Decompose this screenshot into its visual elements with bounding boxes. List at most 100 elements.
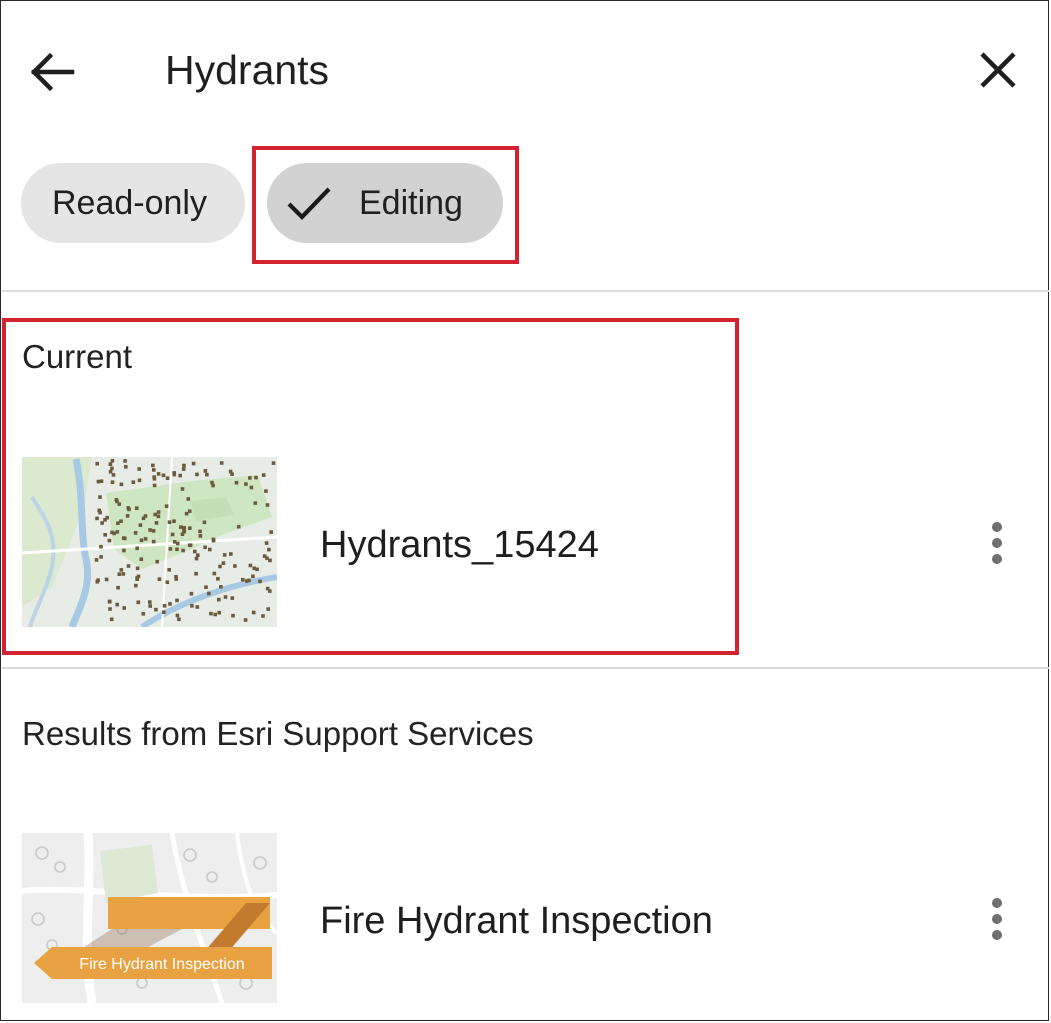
hydrant-marker bbox=[189, 591, 194, 596]
hydrant-marker bbox=[180, 487, 185, 491]
hydrant-marker bbox=[181, 548, 185, 553]
hydrant-marker bbox=[217, 610, 221, 615]
editing-chip-label: Editing bbox=[359, 183, 463, 222]
hydrant-marker bbox=[137, 467, 141, 471]
hydrant-marker bbox=[107, 600, 112, 604]
hydrant-marker bbox=[111, 473, 116, 477]
hydrant-marker bbox=[211, 537, 216, 542]
hydrant-marker bbox=[216, 577, 220, 581]
results-section-label: Results from Esri Support Services bbox=[22, 715, 534, 752]
hydrant-marker bbox=[108, 607, 112, 611]
hydrant-marker bbox=[103, 533, 107, 537]
hydrant-marker bbox=[143, 537, 148, 541]
hydrant-marker bbox=[230, 596, 235, 600]
hydrant-marker bbox=[182, 529, 187, 534]
hydrant-marker bbox=[195, 472, 199, 477]
hydrant-marker bbox=[164, 504, 169, 508]
hydrant-marker bbox=[175, 613, 180, 618]
hydrant-marker bbox=[233, 564, 237, 568]
hydrant-marker bbox=[202, 520, 207, 525]
hydrant-marker bbox=[110, 466, 114, 471]
hydrant-marker bbox=[115, 499, 119, 504]
hydrant-marker bbox=[253, 501, 258, 505]
hydrant-marker bbox=[174, 575, 178, 579]
hydrant-marker bbox=[141, 612, 146, 616]
hydrant-marker bbox=[264, 541, 269, 545]
hydrant-marker bbox=[207, 591, 211, 596]
hydrant-marker bbox=[119, 482, 124, 487]
hydrant-marker bbox=[194, 556, 199, 561]
hydrant-marker bbox=[119, 568, 124, 572]
check-icon bbox=[287, 187, 331, 220]
hydrant-marker bbox=[115, 530, 120, 534]
hydrant-marker bbox=[136, 600, 141, 605]
hydrant-marker bbox=[148, 600, 152, 604]
hydrant-marker bbox=[155, 559, 159, 564]
current-item-more-button[interactable] bbox=[980, 520, 1014, 568]
hydrant-marker bbox=[198, 529, 202, 534]
hydrant-marker bbox=[265, 503, 270, 507]
hydrant-marker bbox=[116, 585, 120, 590]
hydrant-marker bbox=[95, 516, 99, 521]
hydrant-marker bbox=[136, 574, 141, 579]
hydrant-marker bbox=[134, 583, 138, 588]
hydrant-marker bbox=[187, 509, 192, 513]
hydrant-marker bbox=[178, 473, 182, 478]
current-section-label: Current bbox=[22, 338, 133, 375]
more-vertical-icon bbox=[992, 522, 1002, 564]
hydrant-marker bbox=[190, 604, 194, 608]
hydrant-marker bbox=[156, 472, 161, 476]
hydrant-marker bbox=[107, 538, 112, 543]
close-icon bbox=[980, 52, 1016, 88]
hydrant-marker bbox=[188, 526, 192, 530]
editing-filter-chip[interactable]: Editing bbox=[267, 163, 503, 243]
hydrant-marker bbox=[165, 580, 170, 584]
hydrant-marker bbox=[211, 483, 215, 488]
hydrant-marker bbox=[156, 510, 161, 514]
hydrant-marker bbox=[97, 508, 101, 513]
hydrant-marker bbox=[151, 463, 155, 468]
hydrant-marker bbox=[148, 604, 152, 608]
hydrant-marker bbox=[123, 459, 127, 463]
hydrant-marker bbox=[182, 526, 186, 530]
hydrant-marker bbox=[99, 555, 103, 559]
hydrant-marker bbox=[218, 564, 222, 569]
hydrant-marker bbox=[193, 549, 197, 554]
results-item-thumbnail[interactable]: Fire Hydrant Inspection bbox=[22, 833, 277, 1003]
readonly-filter-chip[interactable]: Read-only bbox=[21, 163, 245, 243]
hydrant-marker bbox=[170, 532, 175, 537]
hydrant-marker bbox=[168, 602, 172, 606]
hydrant-marker bbox=[175, 547, 179, 552]
hydrant-marker bbox=[162, 610, 166, 614]
results-item-title[interactable]: Fire Hydrant Inspection bbox=[320, 900, 713, 943]
hydrant-marker bbox=[103, 518, 107, 522]
divider bbox=[2, 290, 1049, 292]
hydrant-marker bbox=[108, 469, 113, 474]
close-button[interactable] bbox=[972, 46, 1024, 94]
hydrant-marker bbox=[161, 473, 166, 478]
hydrant-marker bbox=[261, 473, 266, 477]
hydrant-marker bbox=[182, 463, 186, 468]
current-item-thumbnail[interactable] bbox=[22, 457, 277, 627]
hydrant-marker bbox=[110, 530, 114, 535]
hydrant-marker bbox=[108, 462, 113, 466]
back-button[interactable] bbox=[26, 48, 78, 96]
hydrant-marker bbox=[99, 544, 103, 549]
hydrant-marker bbox=[175, 541, 180, 546]
hydrant-marker bbox=[151, 539, 156, 544]
results-item-more-button[interactable] bbox=[980, 896, 1014, 944]
hydrant-marker bbox=[119, 519, 123, 523]
hydrant-marker bbox=[135, 546, 139, 551]
hydrant-marker bbox=[157, 577, 162, 581]
hydrant-marker bbox=[177, 617, 181, 622]
current-item-title[interactable]: Hydrants_15424 bbox=[320, 524, 599, 567]
hydrant-marker bbox=[139, 557, 144, 561]
hydrant-marker bbox=[269, 530, 273, 534]
hydrant-marker bbox=[209, 611, 213, 616]
hydrant-marker bbox=[110, 459, 115, 463]
hydrant-marker bbox=[148, 528, 152, 532]
hydrant-marker bbox=[152, 483, 157, 488]
hydrant-marker bbox=[219, 461, 224, 465]
hydrant-marker bbox=[116, 521, 120, 525]
divider bbox=[2, 667, 1049, 669]
